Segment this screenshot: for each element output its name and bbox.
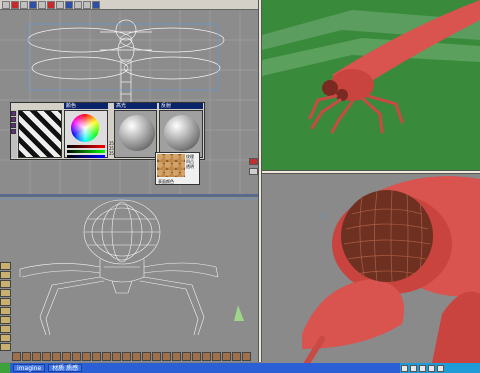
perspective-viewport[interactable] [262, 0, 480, 170]
taskbar-app-imagine[interactable]: imagine [13, 364, 46, 372]
front-viewport[interactable] [0, 197, 258, 362]
blue-slider[interactable] [67, 155, 105, 158]
glass-icon[interactable] [0, 343, 11, 351]
grass-icon[interactable] [0, 316, 11, 324]
tab-reflection[interactable]: 反射 [159, 103, 203, 109]
specular-sphere [119, 115, 155, 151]
leaf-icon[interactable] [82, 352, 91, 361]
taskbar: imagine 材质 质感 [0, 363, 480, 373]
input-method-icon[interactable] [419, 364, 426, 372]
fabric-icon[interactable] [0, 334, 11, 342]
clock-icon[interactable] [437, 364, 444, 372]
taskbar-app-material[interactable]: 材质 质感 [48, 364, 83, 372]
rubber-icon[interactable] [212, 352, 221, 361]
texture-caption: 表面颜色 [158, 179, 174, 184]
maximize-view-button[interactable] [249, 158, 258, 165]
volume-icon[interactable] [401, 364, 408, 372]
antivirus-icon[interactable] [428, 364, 435, 372]
sand-icon[interactable] [62, 352, 71, 361]
system-tray [400, 363, 480, 373]
color-picker[interactable] [64, 110, 108, 158]
modeler-window: 255 255 255 颜色 高光 反射 纹理 凹凸 透明 表面颜色 imagi… [0, 0, 480, 373]
rotate-icon[interactable] [38, 1, 46, 9]
layers-icon[interactable] [83, 1, 91, 9]
network-icon[interactable] [410, 364, 417, 372]
water-icon[interactable] [72, 352, 81, 361]
marble-icon[interactable] [0, 298, 11, 306]
texture-icon[interactable] [12, 352, 21, 361]
tab-color[interactable]: 颜色 [64, 103, 108, 109]
brush-icon[interactable] [11, 111, 16, 116]
plastic-icon[interactable] [202, 352, 211, 361]
silver-icon[interactable] [182, 352, 191, 361]
tile-icon[interactable] [242, 352, 251, 361]
ice-icon[interactable] [162, 352, 171, 361]
tab-specular[interactable]: 高光 [114, 103, 157, 109]
copper-icon[interactable] [192, 352, 201, 361]
specular-preview[interactable] [114, 110, 157, 158]
texture-thumbnail[interactable] [157, 154, 185, 177]
fire-icon[interactable] [152, 352, 161, 361]
metal-icon[interactable] [0, 325, 11, 333]
stone-icon[interactable] [32, 352, 41, 361]
sphere-icon[interactable] [11, 129, 16, 134]
closeup-viewport[interactable] [262, 174, 480, 363]
paint-icon[interactable] [56, 1, 64, 9]
bottom-tool-strip [12, 352, 258, 362]
rust-icon[interactable] [122, 352, 131, 361]
stripe-texture-swatch[interactable] [18, 110, 62, 158]
reflection-sphere [164, 115, 200, 151]
view-toggle-button[interactable] [249, 168, 258, 175]
bucket-icon[interactable] [11, 117, 16, 122]
closeup-render [262, 174, 480, 363]
reflection-preview[interactable] [159, 110, 203, 158]
brush-icon[interactable] [0, 262, 11, 270]
glass-icon[interactable] [112, 352, 121, 361]
gold-icon[interactable] [172, 352, 181, 361]
paper-icon[interactable] [222, 352, 231, 361]
water-icon[interactable] [0, 307, 11, 315]
material-side-tools [11, 110, 17, 158]
cloud-icon[interactable] [132, 352, 141, 361]
texture-options: 纹理 凹凸 透明 [186, 154, 194, 169]
save-icon[interactable] [92, 1, 100, 9]
texture-panel: 纹理 凹凸 透明 表面颜色 [155, 152, 200, 185]
cloth-icon[interactable] [232, 352, 241, 361]
render-icon[interactable] [47, 1, 55, 9]
color-wheel[interactable] [71, 114, 99, 142]
wood-icon[interactable] [0, 280, 11, 288]
main-toolbar [0, 0, 258, 10]
grid-icon[interactable] [20, 1, 28, 9]
brick-icon[interactable] [42, 352, 51, 361]
dragonfly-render [262, 0, 480, 170]
metal-icon[interactable] [92, 352, 101, 361]
eyedropper-icon[interactable] [11, 123, 16, 128]
scale-icon[interactable] [29, 1, 37, 9]
texture-icon[interactable] [0, 271, 11, 279]
start-button[interactable] [0, 363, 10, 373]
green-slider[interactable] [67, 150, 105, 153]
fabric-icon[interactable] [102, 352, 111, 361]
sky-icon[interactable] [142, 352, 151, 361]
arrow-icon[interactable] [2, 1, 10, 9]
camera-icon[interactable] [74, 1, 82, 9]
light-icon[interactable] [65, 1, 73, 9]
left-tool-strip [0, 262, 12, 362]
stone-icon[interactable] [0, 289, 11, 297]
stop-icon[interactable] [11, 1, 19, 9]
red-slider[interactable] [67, 145, 105, 148]
front-view-wireframe [0, 198, 258, 336]
transparency-option[interactable]: 透明 [186, 164, 194, 169]
marble-icon[interactable] [52, 352, 61, 361]
wood-icon[interactable] [22, 352, 31, 361]
